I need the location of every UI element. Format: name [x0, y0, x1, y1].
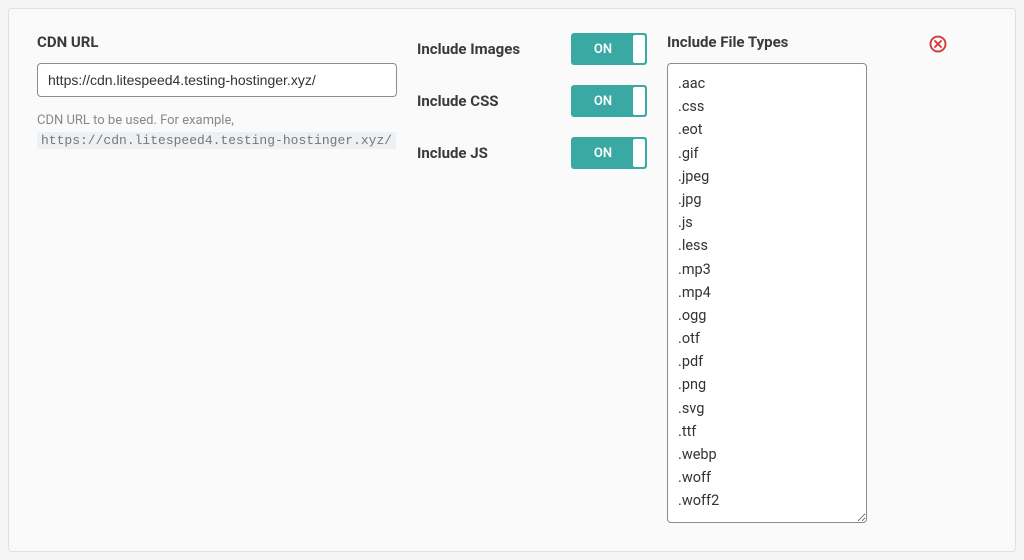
cdn-url-help: CDN URL to be used. For example, https:/… [37, 111, 397, 150]
include-images-row: Include Images ON [417, 33, 647, 65]
cdn-url-column: CDN URL CDN URL to be used. For example,… [37, 33, 397, 527]
file-types-header: Include File Types [667, 33, 917, 51]
remove-icon[interactable] [929, 35, 947, 53]
include-js-label: Include JS [417, 144, 488, 162]
cdn-url-help-example: https://cdn.litespeed4.testing-hostinger… [37, 132, 396, 149]
toggle-knob [633, 139, 645, 167]
file-types-column: Include File Types [667, 33, 917, 527]
include-css-row: Include CSS ON [417, 85, 647, 117]
include-toggles-column: Include Images ON Include CSS ON Include… [417, 33, 647, 527]
include-js-row: Include JS ON [417, 137, 647, 169]
cdn-settings-panel: CDN URL CDN URL to be used. For example,… [8, 8, 1016, 552]
cdn-url-input[interactable] [37, 63, 397, 97]
cdn-url-label: CDN URL [37, 33, 397, 51]
file-types-textarea[interactable] [667, 63, 867, 523]
file-types-label: Include File Types [667, 33, 788, 51]
toggle-knob [633, 87, 645, 115]
include-images-toggle[interactable]: ON [571, 33, 647, 65]
include-css-label: Include CSS [417, 92, 499, 110]
include-css-toggle[interactable]: ON [571, 85, 647, 117]
cdn-url-help-text: CDN URL to be used. For example, [37, 113, 234, 128]
include-js-toggle[interactable]: ON [571, 137, 647, 169]
toggle-knob [633, 35, 645, 63]
include-images-label: Include Images [417, 40, 520, 58]
